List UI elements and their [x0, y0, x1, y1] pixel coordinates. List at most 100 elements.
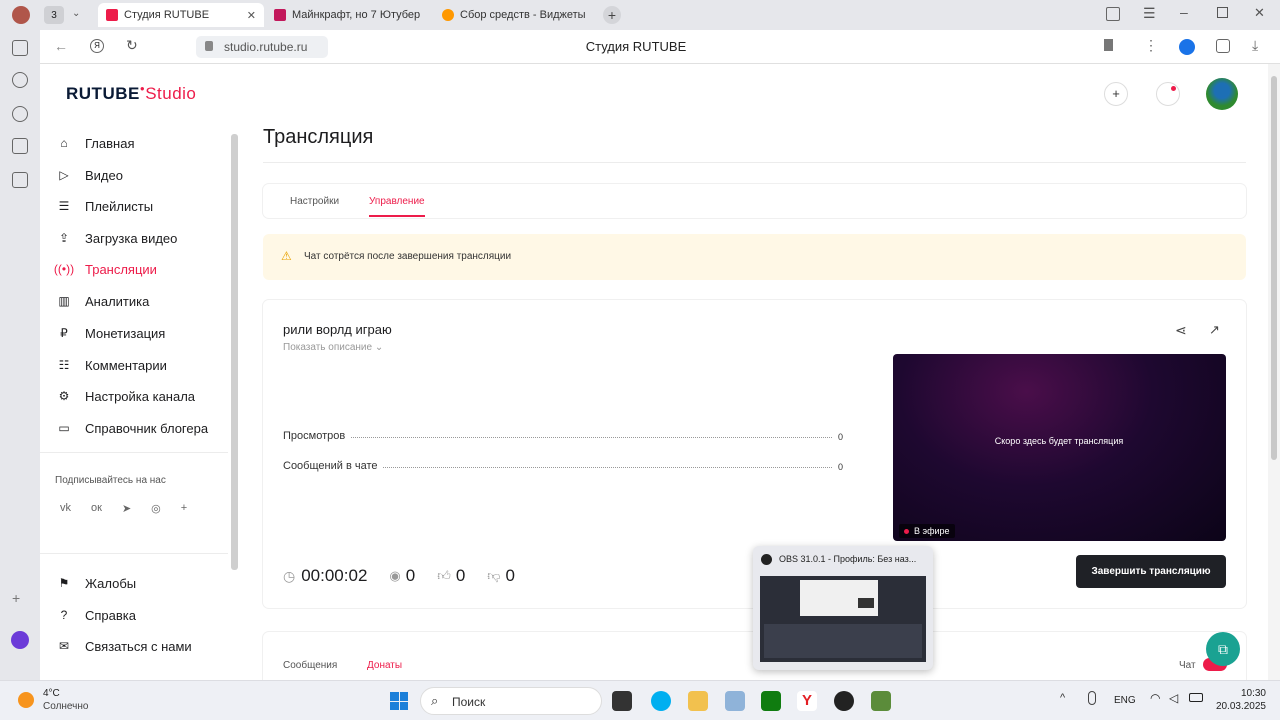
yandex-browser-icon[interactable]: Y — [797, 691, 817, 711]
tab-management[interactable]: Управление — [369, 196, 425, 217]
download-icon[interactable]: ⤓ — [1252, 37, 1258, 54]
page-scrollbar[interactable] — [1268, 64, 1280, 680]
minecraft-icon[interactable] — [871, 691, 891, 711]
panel-icon[interactable] — [12, 40, 28, 56]
tab-rutube-studio[interactable]: Студия RUTUBE ✕ — [98, 3, 264, 27]
tab-title: Майнкрафт, но 7 Ютубер — [292, 9, 421, 21]
sidebar-item-contact[interactable]: ✉ Связаться с нами — [56, 631, 192, 661]
reload-icon[interactable]: ↻ — [126, 37, 138, 54]
skype-icon[interactable] — [651, 691, 671, 711]
studio-page: RUTUBE●Studio + ⌂ Главная ▷ Видео ☰ Плейлис… — [40, 64, 1268, 680]
add-panel-icon[interactable]: + — [12, 590, 20, 606]
tab-minecraft[interactable]: Майнкрафт, но 7 Ютубер — [266, 3, 432, 27]
vk-icon[interactable]: vk — [60, 502, 71, 515]
stream-preview[interactable]: Скоро здесь будет трансляция В эфире — [893, 354, 1226, 541]
play-icon[interactable] — [12, 106, 28, 122]
logo[interactable]: RUTUBE●Studio — [66, 84, 196, 104]
sidebar-item-monetization[interactable]: ₽ Монетизация — [56, 318, 165, 348]
battery-icon[interactable] — [1189, 693, 1203, 702]
tab-group-icon[interactable] — [12, 138, 28, 154]
bookmark-icon[interactable] — [1104, 39, 1113, 51]
weather-sun-icon[interactable] — [18, 692, 34, 708]
book-icon: ▭ — [58, 421, 70, 435]
avatar[interactable] — [1206, 78, 1238, 110]
tab-messages[interactable]: Сообщения — [283, 660, 337, 671]
folder-icon[interactable] — [688, 691, 708, 711]
ok-icon[interactable]: ок — [91, 502, 102, 515]
video-icon: ▷ — [59, 168, 69, 182]
profile-avatar[interactable] — [12, 6, 30, 24]
tray-expand-icon[interactable]: ^ — [1060, 692, 1065, 704]
search-icon: ⌕ — [431, 693, 439, 708]
sidebar-item-label: Загрузка видео — [85, 230, 178, 246]
tab-donations[interactable]: Донаты — [367, 660, 402, 671]
url-field[interactable]: studio.rutube.ru — [196, 36, 328, 58]
obs-window-thumbnail — [760, 576, 926, 662]
telegram-icon[interactable]: ➤ — [122, 502, 131, 515]
sidebar-item-video[interactable]: ▷ Видео — [56, 160, 123, 190]
language-indicator[interactable]: ENG — [1114, 695, 1136, 706]
image-icon[interactable] — [12, 172, 28, 188]
sidebar-item-help[interactable]: ? Справка — [56, 600, 136, 630]
file-explorer-icon[interactable] — [612, 691, 632, 711]
tab-donations[interactable]: Сбор средств - Виджеты — [434, 3, 600, 27]
history-icon[interactable] — [12, 72, 28, 88]
sidebar-item-label: Связаться с нами — [85, 638, 192, 654]
sidebar-item-broadcasts[interactable]: ((•)) Трансляции — [53, 254, 157, 284]
browser-tab-bar: 3 ⌄ Студия RUTUBE ✕ Майнкрафт, но 7 Ютуб… — [0, 0, 1280, 30]
broadcast-icon: ((•)) — [53, 262, 75, 276]
support-chat-icon[interactable]: ⧉ — [1206, 632, 1240, 666]
more-icon[interactable]: ⋮ — [1144, 37, 1158, 54]
sidebar-item-blogger-guide[interactable]: ▭ Справочник блогера — [56, 413, 208, 443]
sidebar-item-comments[interactable]: ☷ Комментарии — [56, 350, 167, 380]
obs-taskbar-preview[interactable]: OBS 31.0.1 - Профиль: Без наз... — [753, 546, 933, 670]
more-socials-icon[interactable]: + — [181, 502, 187, 515]
microphone-icon[interactable] — [1088, 691, 1096, 705]
sidebar-item-playlists[interactable]: ☰ Плейлисты — [56, 191, 153, 221]
sidebar-item-home[interactable]: ⌂ Главная — [56, 128, 134, 158]
tabs-dropdown-icon[interactable]: ⌄ — [72, 8, 80, 19]
search-placeholder: Поиск — [452, 695, 486, 709]
volume-icon[interactable]: ◁ — [1169, 691, 1178, 705]
clock-time[interactable]: 10:30 — [1210, 688, 1266, 699]
xbox-icon[interactable] — [761, 691, 781, 711]
collections-icon[interactable] — [1106, 7, 1120, 21]
extension-icon[interactable] — [1179, 39, 1195, 55]
menu-icon[interactable]: ☰ — [1143, 5, 1156, 22]
notifications-icon[interactable] — [1156, 82, 1180, 106]
tab-settings[interactable]: Настройки — [290, 196, 339, 207]
windows-start-icon[interactable] — [390, 692, 408, 710]
wifi-icon[interactable]: ◠ — [1150, 691, 1160, 705]
extensions-icon[interactable] — [1216, 39, 1230, 53]
dotted-leader — [383, 467, 832, 468]
sidebar-item-analytics[interactable]: ▥ Аналитика — [56, 286, 149, 316]
photos-icon[interactable] — [725, 691, 745, 711]
clock-date[interactable]: 20.03.2025 — [1206, 701, 1266, 712]
taskbar-search[interactable]: ⌕ Поиск — [420, 687, 602, 715]
show-description-link[interactable]: Показать описание ⌄ — [283, 342, 383, 353]
new-tab-icon[interactable]: + — [603, 6, 621, 24]
share-icon[interactable]: ⋖ — [1175, 322, 1187, 339]
minimize-icon[interactable]: – — [1180, 4, 1188, 20]
yandex-home-icon[interactable]: Я — [90, 39, 104, 53]
sidebar-item-channel-settings[interactable]: ⚙ Настройка канала — [56, 381, 195, 411]
live-badge-text: В эфире — [914, 526, 950, 536]
sidebar-scrollbar[interactable] — [231, 134, 238, 570]
tab-counter[interactable]: 3 — [44, 6, 64, 24]
stat-label: Просмотров — [283, 430, 346, 442]
sidebar-item-upload[interactable]: ⇪ Загрузка видео — [56, 223, 177, 253]
maximize-icon[interactable] — [1217, 7, 1228, 18]
external-link-icon[interactable]: ↗ — [1209, 322, 1220, 338]
end-broadcast-button[interactable]: Завершить трансляцию — [1076, 555, 1226, 588]
sidebar-item-label: Плейлисты — [85, 198, 154, 214]
browser-side-panel: + — [0, 30, 40, 680]
back-icon[interactable]: ← — [54, 38, 68, 54]
page-scrollbar-thumb[interactable] — [1271, 76, 1277, 460]
obs-icon[interactable] — [834, 691, 854, 711]
alice-icon[interactable] — [11, 631, 29, 649]
close-window-icon[interactable]: ✕ — [1254, 5, 1265, 21]
viber-icon[interactable]: ◎ — [151, 502, 161, 515]
sidebar-item-complaints[interactable]: ⚑ Жалобы — [56, 568, 137, 598]
close-tab-icon[interactable]: ✕ — [247, 9, 256, 22]
add-content-icon[interactable]: + — [1104, 82, 1128, 106]
